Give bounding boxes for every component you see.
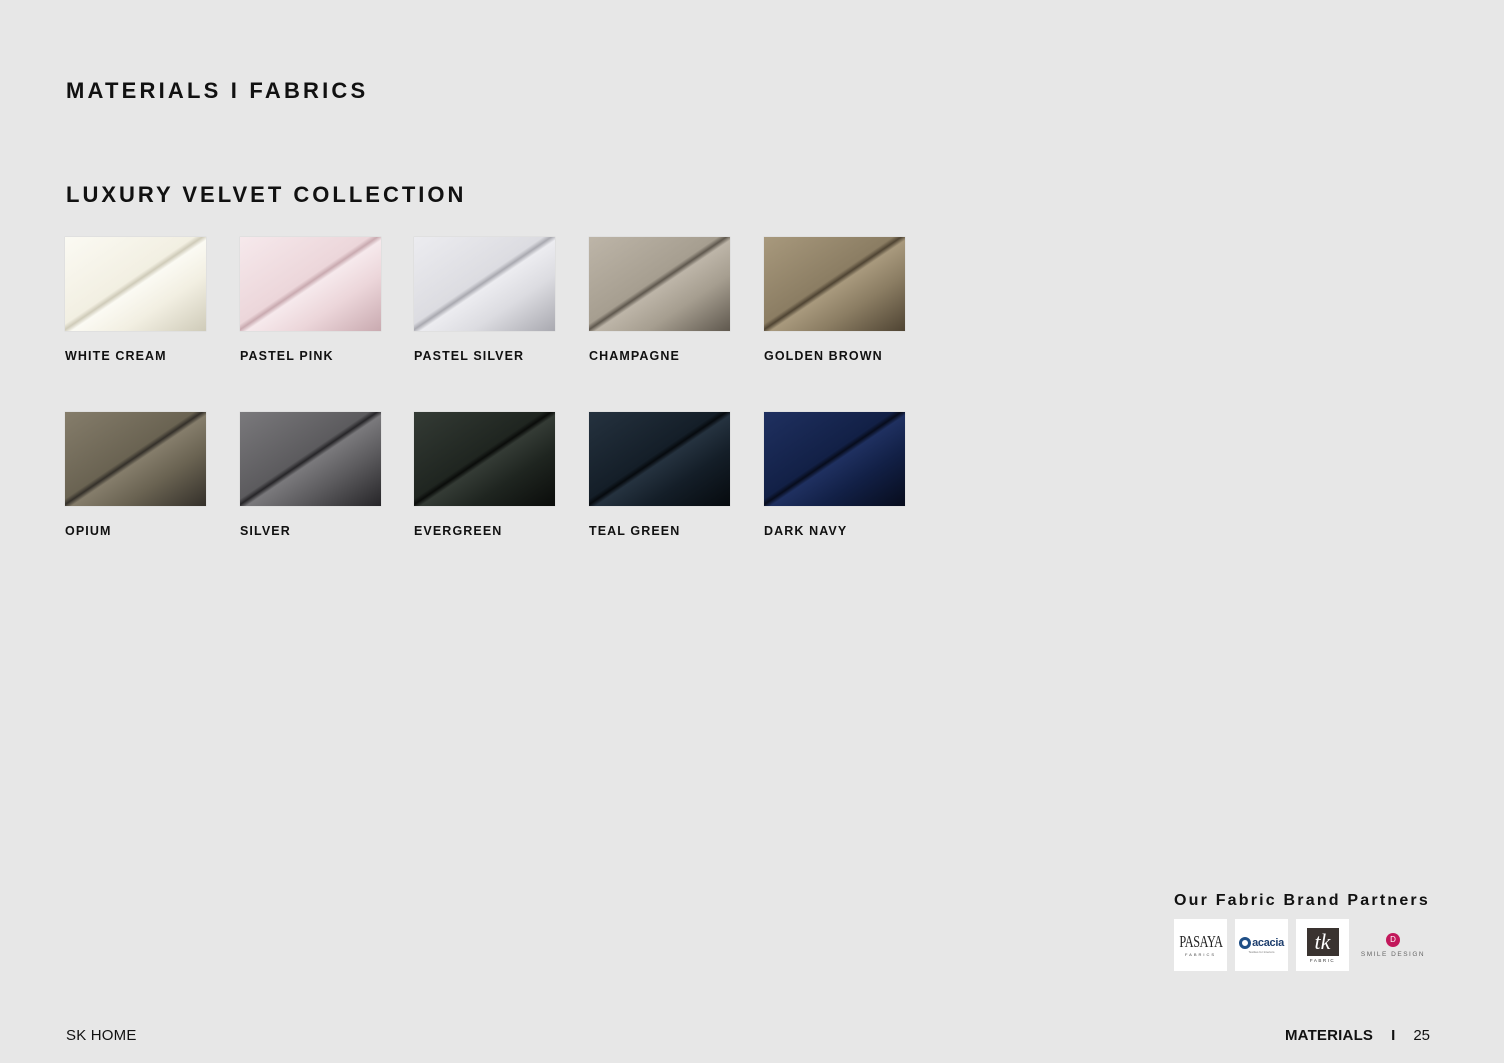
swatch-image <box>589 412 730 506</box>
smile-design-logo: D SMILE DESIGN <box>1357 919 1429 971</box>
acacia-ring-icon <box>1239 936 1252 949</box>
swatch-image <box>414 237 555 331</box>
tk-fabric-logo: tk FABRIC <box>1296 919 1349 971</box>
swatch-golden-brown: GOLDEN BROWN <box>764 237 906 363</box>
swatch-image <box>65 412 206 506</box>
swatch-label: TEAL GREEN <box>589 524 681 538</box>
footer-separator: I <box>1391 1027 1396 1044</box>
swatch-pastel-silver: PASTEL SILVER <box>414 237 556 363</box>
page-title: MATERIALS I FABRICS <box>66 78 369 103</box>
swatch-silver: SILVER <box>240 412 382 538</box>
swatch-pastel-pink: PASTEL PINK <box>240 237 382 363</box>
swatch-image <box>764 237 905 331</box>
tk-subtitle: FABRIC <box>1309 957 1336 963</box>
brand-partners: Our Fabric Brand Partners PASAYA FABRICS… <box>1174 892 1434 971</box>
footer-page-info: MATERIALS I 25 <box>1285 1027 1430 1044</box>
tk-monogram: tk <box>1306 927 1339 956</box>
swatch-image <box>589 237 730 331</box>
swatch-image <box>240 412 381 506</box>
partners-title: Our Fabric Brand Partners <box>1174 892 1430 909</box>
swatch-image <box>240 237 381 331</box>
pasaya-logo: PASAYA FABRICS <box>1174 919 1227 971</box>
swatch-label: EVERGREEN <box>414 524 503 538</box>
acacia-wordmark: acacia <box>1252 936 1284 949</box>
acacia-logo: acacia Textiles for Interiors <box>1235 919 1288 971</box>
pasaya-wordmark: PASAYA <box>1178 932 1223 951</box>
acacia-mark: acacia <box>1239 936 1284 949</box>
footer-section: MATERIALS <box>1284 1027 1374 1044</box>
swatch-image <box>414 412 555 506</box>
swatch-label: CHAMPAGNE <box>589 349 680 363</box>
swatch-evergreen: EVERGREEN <box>414 412 556 538</box>
smile-design-wordmark: SMILE DESIGN <box>1360 950 1426 958</box>
swatch-white-cream: WHITE CREAM <box>65 237 207 363</box>
swatch-image <box>65 237 206 331</box>
collection-title: LUXURY VELVET COLLECTION <box>66 182 467 207</box>
swatch-opium: OPIUM <box>65 412 207 538</box>
swatch-dark-navy: DARK NAVY <box>764 412 906 538</box>
swatch-label: GOLDEN BROWN <box>764 349 883 363</box>
swatch-label: OPIUM <box>65 524 112 538</box>
acacia-subtitle: Textiles for Interiors <box>1248 949 1275 954</box>
swatch-image <box>764 412 905 506</box>
swatch-label: DARK NAVY <box>764 524 848 538</box>
swatch-champagne: CHAMPAGNE <box>589 237 731 363</box>
footer-brand: SK HOME <box>66 1027 137 1044</box>
swatch-teal-green: TEAL GREEN <box>589 412 731 538</box>
smile-design-mark-icon: D <box>1386 932 1400 947</box>
swatch-label: SILVER <box>240 524 291 538</box>
swatch-label: PASTEL SILVER <box>414 349 525 363</box>
page-number: 25 <box>1413 1027 1430 1044</box>
swatch-label: WHITE CREAM <box>65 349 167 363</box>
partner-logos: PASAYA FABRICS acacia Textiles for Inter… <box>1174 919 1434 971</box>
swatch-label: PASTEL PINK <box>240 349 334 363</box>
pasaya-subtitle: FABRICS <box>1184 952 1217 957</box>
